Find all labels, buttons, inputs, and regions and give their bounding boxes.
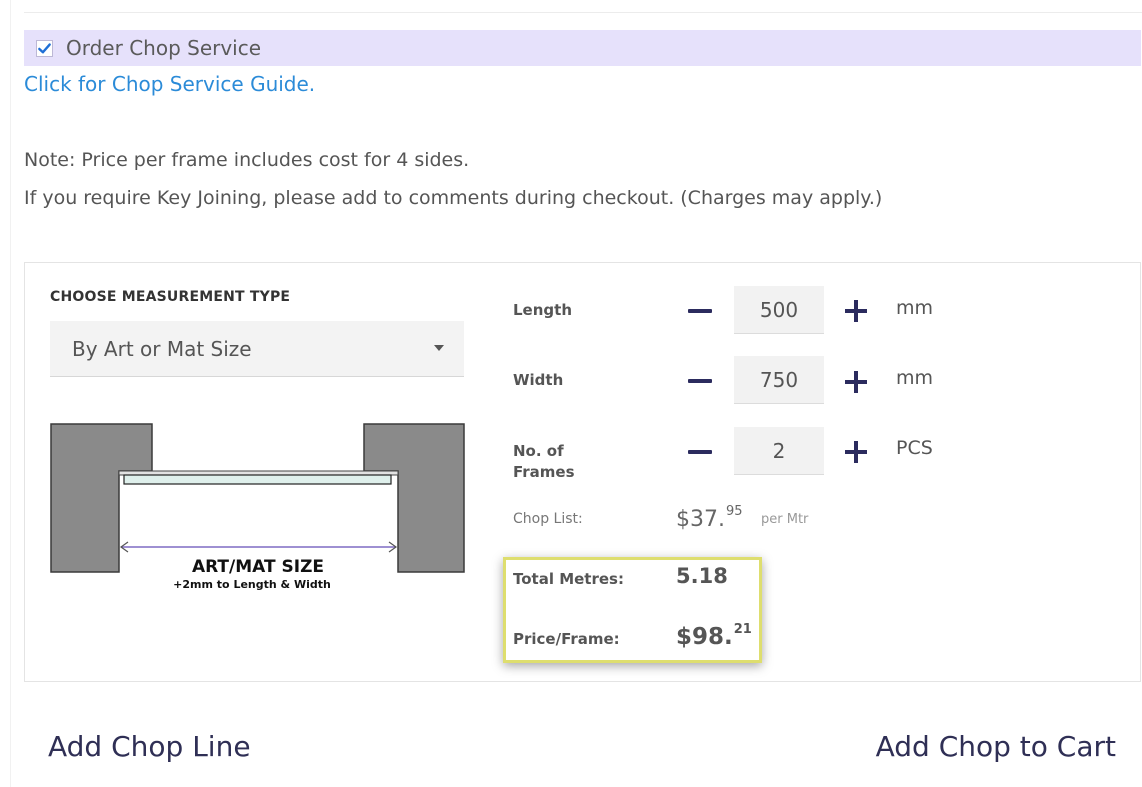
width-label: Width bbox=[513, 371, 564, 389]
measurement-type-heading: CHOOSE MEASUREMENT TYPE bbox=[50, 289, 291, 305]
frames-label: No. of Frames bbox=[513, 441, 575, 483]
chop-list-price-main: $37. bbox=[676, 507, 725, 532]
price-per-frame-cents: 21 bbox=[733, 622, 752, 637]
left-divider bbox=[10, 0, 11, 787]
measurement-type-select[interactable]: By Art or Mat Size bbox=[50, 321, 464, 377]
order-chop-service-toggle[interactable]: Order Chop Service bbox=[24, 30, 1141, 66]
measurement-type-value: By Art or Mat Size bbox=[72, 336, 252, 361]
caret-down-icon bbox=[434, 345, 444, 351]
key-joining-note: If you require Key Joining, please add t… bbox=[24, 187, 883, 209]
width-unit: mm bbox=[896, 367, 934, 389]
width-decrement-button[interactable] bbox=[688, 379, 712, 383]
frames-unit: PCS bbox=[896, 437, 933, 459]
left-moulding-shape bbox=[50, 423, 153, 573]
glass-pane-shape bbox=[123, 474, 392, 485]
add-chop-line-button[interactable]: Add Chop Line bbox=[48, 730, 251, 763]
price-per-frame-main: $98. bbox=[676, 624, 733, 650]
top-divider bbox=[24, 12, 1142, 13]
total-metres-label: Total Metres: bbox=[513, 570, 624, 588]
frame-profile-diagram: ART/MAT SIZE +2mm to Length & Width bbox=[50, 423, 465, 591]
rebate-line bbox=[118, 470, 399, 476]
length-unit: mm bbox=[896, 297, 934, 319]
chop-list-label: Chop List: bbox=[513, 511, 583, 527]
price-per-frame-value: $98.21 bbox=[676, 622, 752, 650]
order-chop-service-checkbox[interactable] bbox=[36, 39, 53, 57]
size-allowance-label: +2mm to Length & Width bbox=[173, 578, 331, 591]
frames-label-line2: Frames bbox=[513, 463, 575, 481]
width-increment-button[interactable] bbox=[845, 371, 867, 393]
per-metre-label: per Mtr bbox=[761, 512, 809, 527]
frames-increment-button[interactable] bbox=[845, 441, 867, 463]
chop-list-price-cents: 95 bbox=[725, 504, 743, 519]
chop-list-price: $37.95 bbox=[676, 504, 743, 532]
length-input[interactable] bbox=[734, 286, 824, 334]
checkmark-icon bbox=[38, 42, 51, 53]
order-chop-service-label: Order Chop Service bbox=[66, 36, 262, 60]
price-per-frame-label: Price/Frame: bbox=[513, 630, 620, 648]
frames-label-line1: No. of bbox=[513, 442, 564, 460]
width-input[interactable] bbox=[734, 356, 824, 404]
length-increment-button[interactable] bbox=[845, 300, 867, 322]
chop-service-guide-link[interactable]: Click for Chop Service Guide. bbox=[24, 72, 315, 96]
art-mat-size-label: ART/MAT SIZE bbox=[192, 557, 324, 577]
total-metres-value: 5.18 bbox=[676, 564, 728, 588]
add-chop-to-cart-button[interactable]: Add Chop to Cart bbox=[876, 730, 1116, 763]
frames-input[interactable] bbox=[734, 427, 824, 475]
length-decrement-button[interactable] bbox=[688, 309, 712, 313]
length-label: Length bbox=[513, 301, 572, 319]
price-note: Note: Price per frame includes cost for … bbox=[24, 149, 470, 171]
right-moulding-shape bbox=[363, 423, 465, 573]
frames-decrement-button[interactable] bbox=[688, 450, 712, 454]
